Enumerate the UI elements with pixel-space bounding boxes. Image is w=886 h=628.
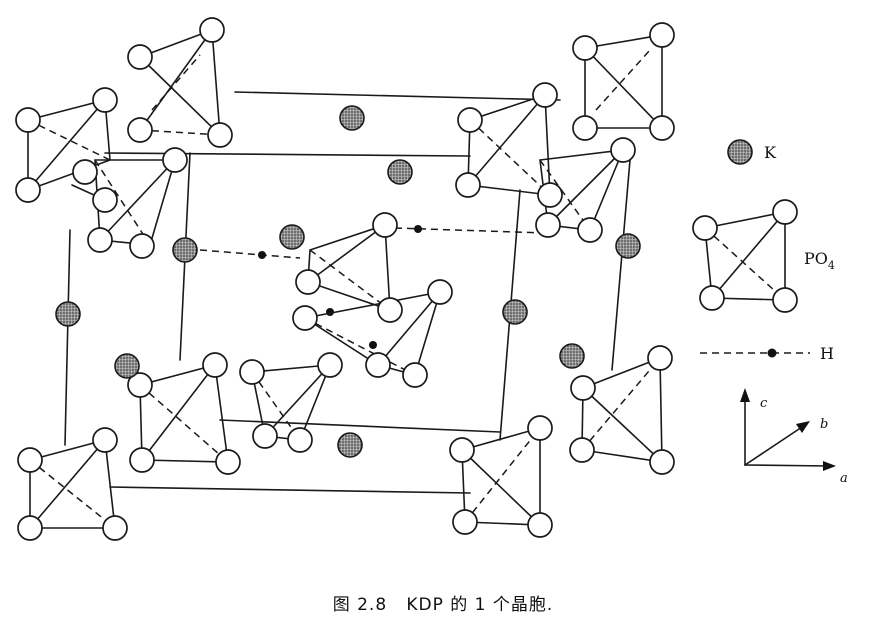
axis-a-label: a xyxy=(840,471,848,486)
kdp-unit-cell-figure: K PO4 H c b a 图 2.8 KDP 的 1 个晶胞. xyxy=(0,0,886,628)
oxygen-atoms xyxy=(15,17,675,541)
axis-indicator: c b a xyxy=(740,388,848,486)
axis-b-label: b xyxy=(820,417,828,432)
figure-caption: 图 2.8 KDP 的 1 个晶胞. xyxy=(332,595,554,615)
legend-h-dot xyxy=(767,348,777,358)
crystal-structure-diagram: K PO4 H c b a xyxy=(15,17,848,541)
legend-po4-label: PO4 xyxy=(804,249,835,272)
legend-po4-swatch xyxy=(692,199,798,313)
legend-h-label: H xyxy=(820,344,834,363)
hydrogen-atom xyxy=(258,251,266,259)
legend-k-swatch xyxy=(727,139,753,165)
hydrogen-atom xyxy=(369,341,377,349)
hydrogen-atom xyxy=(414,225,422,233)
hydrogen-bonds xyxy=(199,225,546,349)
legend: K PO4 H xyxy=(692,139,835,363)
legend-k-label: K xyxy=(764,143,777,162)
axis-c-label: c xyxy=(760,396,768,411)
